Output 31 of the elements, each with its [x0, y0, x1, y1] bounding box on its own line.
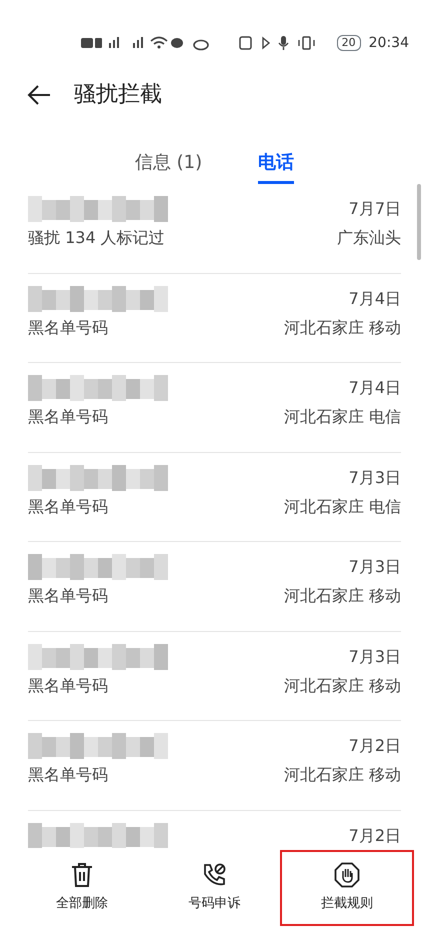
call-date: 7月3日 — [348, 646, 401, 668]
call-tag: 黑名单号码 — [28, 316, 108, 340]
tab[interactable]: 电话 — [258, 141, 294, 184]
tab[interactable]: 信息 (1) — [134, 141, 202, 184]
call-date: 7月2日 — [348, 824, 401, 846]
call-tag: 黑名单号码 — [28, 674, 108, 698]
call-location: 广东汕头 — [337, 227, 401, 249]
call-date: 7月4日 — [348, 377, 401, 399]
battery-indicator: 20 — [336, 35, 361, 51]
call-date: 7月2日 — [348, 735, 401, 757]
call-location: 河北石家庄 移动 — [284, 764, 401, 786]
call-location: 河北石家庄 电信 — [284, 406, 401, 428]
call-location: 河北石家庄 移动 — [284, 674, 401, 696]
call-tag: 黑名单号码 — [28, 494, 108, 518]
toolbar-button[interactable]: 拦截规则 — [282, 852, 412, 924]
call-date: 7月7日 — [348, 198, 401, 220]
clock-time: 20:34 — [368, 34, 409, 52]
page-title: 骚扰拦截 — [74, 80, 162, 108]
call-date: 7月4日 — [348, 288, 401, 310]
call-tag: 黑名单号码 — [28, 584, 108, 608]
call-location: 河北石家庄 移动 — [284, 316, 401, 338]
stop-hand-icon — [334, 862, 360, 888]
call-tag: 黑名单号码 — [28, 405, 108, 429]
call-tag: 骚扰 134 人标记过 — [28, 226, 165, 250]
call-tag: 黑名单号码 — [28, 763, 108, 787]
call-location: 河北石家庄 电信 — [284, 496, 401, 518]
back-arrow-icon — [26, 84, 52, 106]
call-date: 7月3日 — [348, 556, 401, 578]
trash-icon — [70, 862, 94, 888]
call-location: 河北石家庄 移动 — [284, 585, 401, 607]
call-date: 7月3日 — [348, 466, 401, 488]
